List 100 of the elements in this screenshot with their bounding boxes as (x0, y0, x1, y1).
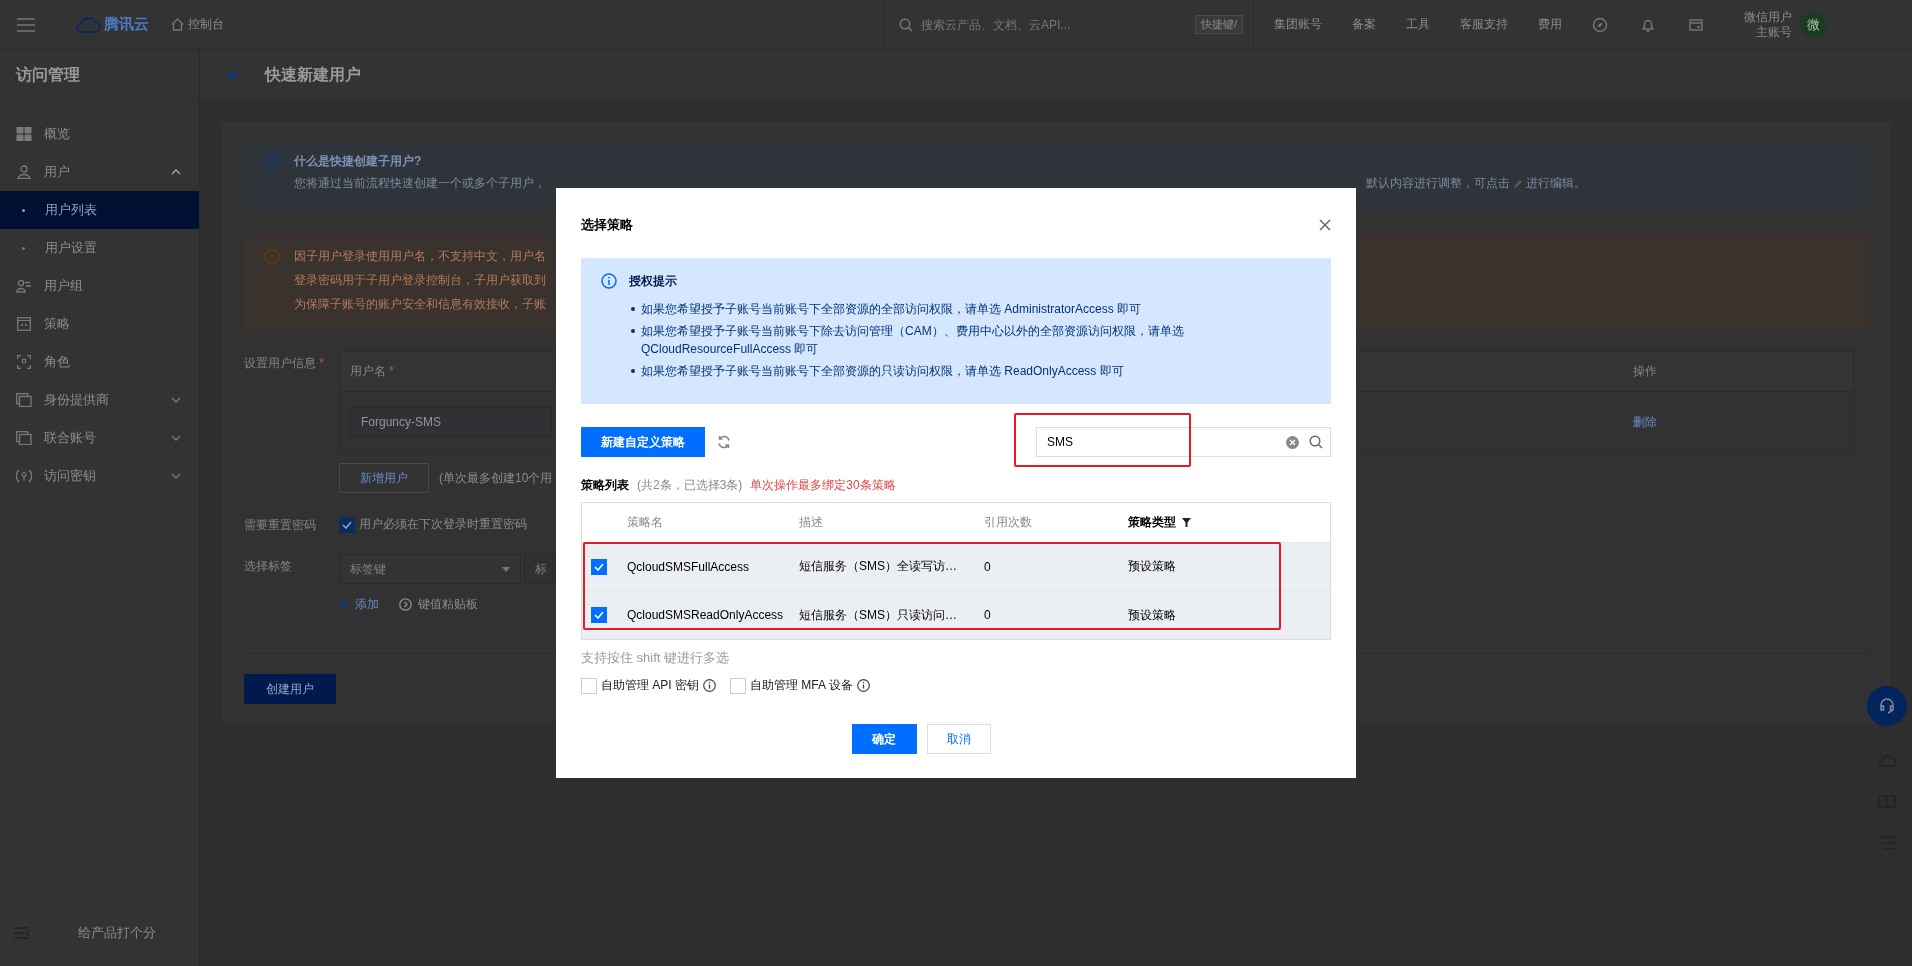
sidebar-item[interactable]: 概览 (0, 115, 199, 153)
add-note: (单次最多创建10个用 (439, 469, 553, 487)
cloud-logo-icon (75, 16, 101, 33)
face-frame-icon (16, 355, 32, 369)
create-policy-button[interactable]: 新建自定义策略 (581, 427, 705, 457)
info-icon (264, 154, 280, 170)
table-cell-text: 短信服务（SMS）全读写访… (799, 558, 958, 575)
document-icon (16, 317, 32, 331)
check-icon (594, 611, 604, 619)
table-cell-text: 预设策略 (1128, 606, 1177, 624)
table-cell-text: QcloudSMSFullAccess (627, 559, 751, 574)
checkbox[interactable] (339, 516, 355, 533)
headset-icon (1878, 697, 1896, 715)
sidebar-item[interactable]: 联合账号 (0, 419, 199, 457)
checkbox-label: 自助管理 MFA 设备 (750, 677, 853, 694)
table-cell-text: 预设策略 (1128, 558, 1177, 575)
add-user-button[interactable]: 新增用户 (339, 463, 429, 493)
sidebar-item[interactable]: 访问密钥 (0, 457, 199, 495)
topbar-link[interactable]: 集团账号 (1274, 16, 1322, 33)
tip-text: 如果您希望授予子账号当前账号下除去访问管理（CAM）、费用中心以外的全部资源访问权限，请单选 QCloudResourceFullAccess 即可 (641, 323, 1185, 358)
column-header: 引用次数 (984, 514, 1033, 531)
topbar-link[interactable]: 工具 (1406, 16, 1430, 33)
topbar-link[interactable]: 备案 (1352, 16, 1376, 33)
compass-icon[interactable] (1592, 16, 1608, 33)
column-header: 操作 (1633, 363, 1658, 380)
tip-text: 如果您希望授予子账号当前账号下全部资源的只读访问权限，请单选 ReadOnlyAccess 即可 (641, 363, 1124, 380)
column-header[interactable]: 策略类型 (1128, 514, 1278, 531)
dialog-title: 选择策略 (581, 216, 633, 234)
page-title: 快速新建用户 (265, 64, 361, 85)
grid-icon (16, 127, 32, 141)
sidebar-subitem[interactable]: 用户列表 (0, 191, 199, 229)
warning-text: 登录密码用于子用户登录控制台，子用户获取到 (294, 272, 546, 288)
warning-text: 为保障子账号的账户安全和信息有效接收，子账 (294, 296, 546, 312)
search-field[interactable]: 搜索云产品、文档、云API... (919, 16, 1189, 33)
info-text: 您将通过当前流程快速创建一个或多个子用户， (294, 175, 546, 192)
sidebar-item[interactable]: 用户组 (0, 267, 199, 305)
feedback-link[interactable]: 给产品打个分 (78, 924, 156, 942)
check-icon (594, 562, 604, 571)
info-title: 什么是快捷创建子用户? (294, 153, 423, 170)
refresh-icon[interactable] (717, 435, 731, 449)
user-name[interactable]: 微信用户 (1744, 9, 1792, 25)
filter-icon (1182, 518, 1191, 527)
table-cell-text: QcloudSMSReadOnlyAccess (627, 608, 785, 622)
menu-icon[interactable] (17, 17, 35, 32)
search-icon (899, 17, 913, 32)
cancel-button[interactable]: 取消 (926, 724, 991, 754)
people-icon (16, 279, 32, 293)
field-label: 设置用户信息 * (244, 355, 325, 372)
brand-name[interactable]: 腾讯云 (104, 15, 149, 34)
sidebar-item[interactable]: 角色 (0, 343, 199, 381)
console-link[interactable]: 控制台 (171, 16, 224, 33)
multi-select-hint: 支持按住 shift 键进行多选 (581, 649, 731, 667)
table-cell-text: 0 (984, 608, 992, 622)
policy-search-field[interactable]: SMS (1036, 427, 1331, 457)
arrow-circle-icon (399, 598, 412, 611)
check-icon (342, 520, 352, 529)
topbar-link[interactable]: 客服支持 (1460, 16, 1508, 33)
info-icon[interactable] (703, 679, 716, 692)
key-icon (16, 469, 32, 483)
headset-button[interactable] (1867, 686, 1907, 726)
delete-link[interactable]: 删除 (1633, 413, 1843, 431)
column-header: 用户名 * (350, 363, 394, 380)
checkbox-label: 自助管理 API 密钥 (601, 677, 699, 694)
sidebar-subitem[interactable]: 用户设置 (0, 229, 199, 267)
close-icon[interactable] (1319, 219, 1331, 231)
checkbox[interactable] (591, 607, 607, 623)
plus-icon (339, 599, 349, 610)
checkbox-label: 用户必须在下次登录时重置密码 (359, 516, 527, 533)
field-label: 选择标签 (244, 558, 293, 575)
column-header: 描述 (799, 514, 824, 531)
confirm-button[interactable]: 确定 (851, 724, 917, 754)
receipt-icon[interactable] (1688, 16, 1704, 33)
create-user-button[interactable]: 创建用户 (244, 674, 336, 704)
user-avatar[interactable]: 微 (1800, 11, 1826, 38)
sidebar-title: 访问管理 (0, 50, 199, 100)
sidebar-item[interactable]: 策略 (0, 305, 199, 343)
tag-key-select[interactable]: 标签键 (339, 554, 521, 584)
shortcut-hint: 快捷键/ (1194, 15, 1243, 34)
search-icon[interactable] (1309, 435, 1323, 449)
pencil-icon (1513, 178, 1523, 189)
paste-link[interactable]: 键值粘贴板 (399, 596, 478, 613)
info-icon (601, 273, 617, 289)
windows-icon (16, 431, 32, 445)
username-field[interactable]: Forguncy-SMS (350, 407, 552, 437)
list-limit: 单次操作最多绑定30条策略 (750, 477, 896, 494)
tip-text: 如果您希望授予子账号当前账号下全部资源的全部访问权限，请单选 AdministratorAccess 即可 (641, 301, 1142, 318)
add-tag-link[interactable]: 添加 (339, 596, 379, 613)
topbar-link[interactable]: 费用 (1538, 16, 1562, 33)
info-text: 默认内容进行调整，可点击 (1366, 175, 1510, 192)
table-cell-text: 短信服务（SMS）只读访问… (799, 606, 958, 624)
user-role: 主账号 (1756, 24, 1792, 40)
caret-icon (502, 566, 510, 572)
sidebar-item[interactable]: 身份提供商 (0, 381, 199, 419)
checkbox[interactable] (591, 558, 607, 575)
tip-title: 授权提示 (629, 273, 678, 290)
warning-text: 因子用户登录使用用户名，不支持中文，用户名 (294, 248, 546, 264)
sidebar-item[interactable]: 用户 (0, 153, 199, 191)
clear-icon[interactable] (1286, 436, 1299, 449)
info-icon[interactable] (856, 679, 870, 692)
list-title: 策略列表 (581, 477, 629, 494)
